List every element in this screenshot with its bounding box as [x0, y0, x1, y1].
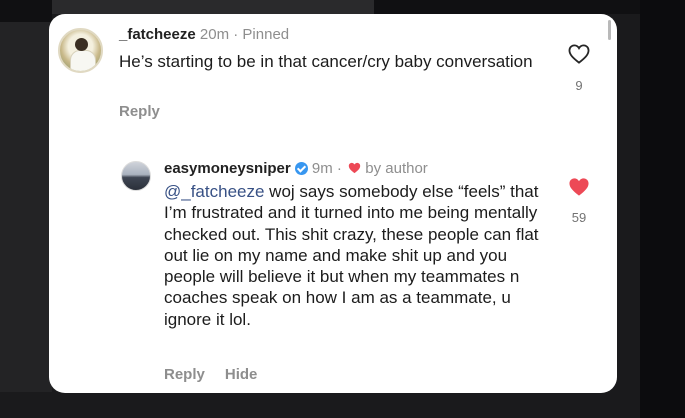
comment-text: He’s starting to be in that cancer/cry b…: [119, 52, 533, 71]
username[interactable]: _fatcheeze: [119, 26, 196, 43]
background-top-block: [52, 0, 374, 14]
avatar-figure-head: [75, 38, 88, 51]
background-top-left: [0, 0, 52, 22]
like-count[interactable]: 9: [571, 78, 587, 93]
background-right-panel: [640, 0, 685, 418]
comment-header: easymoneysniper 9m · by author: [164, 160, 428, 177]
scrollbar[interactable]: [608, 20, 611, 40]
hide-button[interactable]: Hide: [225, 366, 258, 383]
background-top-right: [374, 0, 685, 14]
comment-text: @_fatcheeze woj says somebody else “feel…: [164, 181, 554, 330]
comment-actions: Reply Hide: [164, 366, 277, 383]
avatar[interactable]: [58, 28, 103, 73]
pinned-label: Pinned: [242, 26, 290, 43]
comment-header: _fatcheeze 20m · Pinned: [119, 26, 289, 43]
reply-button[interactable]: Reply: [164, 366, 205, 383]
heart-outline-icon[interactable]: [568, 44, 590, 64]
timestamp: 20m: [199, 26, 230, 43]
separator: ·: [233, 26, 239, 43]
reply-button[interactable]: Reply: [119, 103, 160, 120]
avatar-figure-body: [70, 50, 96, 71]
comment-body: woj says somebody else “feels” that I’m …: [164, 182, 539, 329]
separator: ·: [336, 160, 342, 177]
author-heart-icon: [348, 162, 361, 174]
username[interactable]: easymoneysniper: [164, 160, 291, 177]
comments-card: _fatcheeze 20m · Pinned He’s starting to…: [49, 14, 617, 393]
like-count[interactable]: 59: [564, 210, 594, 225]
mention-link[interactable]: @_fatcheeze: [164, 182, 264, 201]
background-left-panel: [0, 22, 52, 392]
verified-badge-icon: [294, 162, 308, 175]
timestamp: 9m: [311, 160, 333, 177]
heart-filled-icon[interactable]: [568, 177, 590, 197]
avatar[interactable]: [121, 161, 151, 191]
liked-by-author-label: by author: [365, 160, 428, 177]
